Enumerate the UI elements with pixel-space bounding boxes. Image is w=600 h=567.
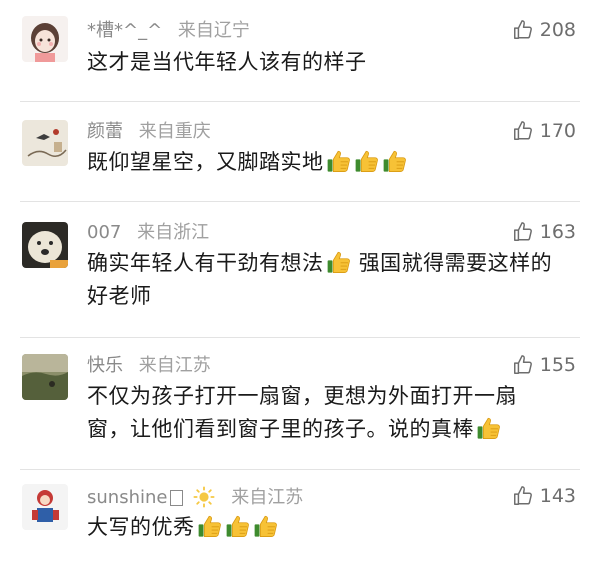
divider [20,469,580,470]
location: 来自江苏 [231,487,304,508]
thumbs-up-emoji [225,513,251,539]
avatar-dog-image [22,222,68,268]
comment-body: 大写的优秀 [87,515,195,539]
divider [20,337,580,338]
location: 来自辽宁 [177,20,250,41]
thumb-up-outline-icon[interactable] [512,354,534,376]
comment-meta: 颜蕾 来自重庆 [87,121,211,143]
like-count: 163 [539,221,576,243]
divider [20,201,580,202]
comment-body: 这才是当代年轻人该有的样子 [87,50,367,74]
like-button[interactable]: 155 [512,354,576,376]
username[interactable]: 颜蕾 [87,121,123,142]
like-button[interactable]: 170 [512,120,576,142]
sun-emoji [193,486,216,508]
missing-glyph-box-icon [170,490,184,506]
username[interactable]: sunshine [87,487,167,508]
thumb-up-outline-icon[interactable] [512,221,534,243]
avatar[interactable] [22,354,68,400]
avatar-landscape-image [22,354,68,400]
like-count: 170 [539,120,576,142]
like-count: 143 [539,485,576,507]
avatar[interactable] [22,120,68,166]
thumbs-up-emoji [253,513,279,539]
comment-meta: sunshine 来自江苏 [87,486,303,509]
thumbs-up-emoji [476,415,502,441]
username[interactable]: 007 [87,222,121,243]
comment-text: 确实年轻人有干劲有想法 强国就得需要这样的好老师 [87,247,567,313]
location: 来自江苏 [138,355,211,376]
thumb-up-outline-icon[interactable] [512,19,534,41]
thumbs-up-emoji [197,513,223,539]
thumb-up-outline-icon[interactable] [512,120,534,142]
comment-meta: 007 来自浙江 [87,222,209,244]
avatar[interactable] [22,484,68,530]
avatar-girl-image [22,16,68,62]
comment-body: 确实年轻人有干劲有想法 [87,251,324,275]
comment-body: 不仅为孩子打开一扇窗，更想为外面打开一扇窗，让他们看到窗子里的孩子。说的真棒 [87,384,517,441]
avatar[interactable] [22,16,68,62]
thumbs-up-emoji [326,148,352,174]
thumb-up-outline-icon[interactable] [512,485,534,507]
avatar-cartoon-image [22,484,68,530]
thumbs-up-emoji [354,148,380,174]
avatar-bird-painting-image [22,120,68,166]
like-button[interactable]: 143 [512,485,576,507]
username[interactable]: 快乐 [87,355,123,376]
comment-body: 既仰望星空，又脚踏实地 [87,150,324,174]
thumbs-up-emoji [382,148,408,174]
thumbs-up-emoji [326,249,352,275]
comment-text: 大写的优秀 [87,511,577,544]
comment-meta: *槽*^_^ 来自辽宁 [87,20,250,42]
like-button[interactable]: 208 [512,19,576,41]
comment-text: 既仰望星空，又脚踏实地 [87,146,577,179]
like-count: 155 [539,354,576,376]
location: 来自浙江 [137,222,210,243]
avatar[interactable] [22,222,68,268]
location: 来自重庆 [138,121,211,142]
like-button[interactable]: 163 [512,221,576,243]
comment-list: *槽*^_^ 来自辽宁 208 这才是当代年轻人该有的样子 颜蕾 来自重庆 17… [0,0,600,567]
comment-meta: 快乐 来自江苏 [87,355,211,377]
comment-text: 这才是当代年轻人该有的样子 [87,46,577,79]
like-count: 208 [539,19,576,41]
username[interactable]: *槽*^_^ [87,20,162,41]
divider [20,101,580,102]
comment-text: 不仅为孩子打开一扇窗，更想为外面打开一扇窗，让他们看到窗子里的孩子。说的真棒 [87,380,557,446]
